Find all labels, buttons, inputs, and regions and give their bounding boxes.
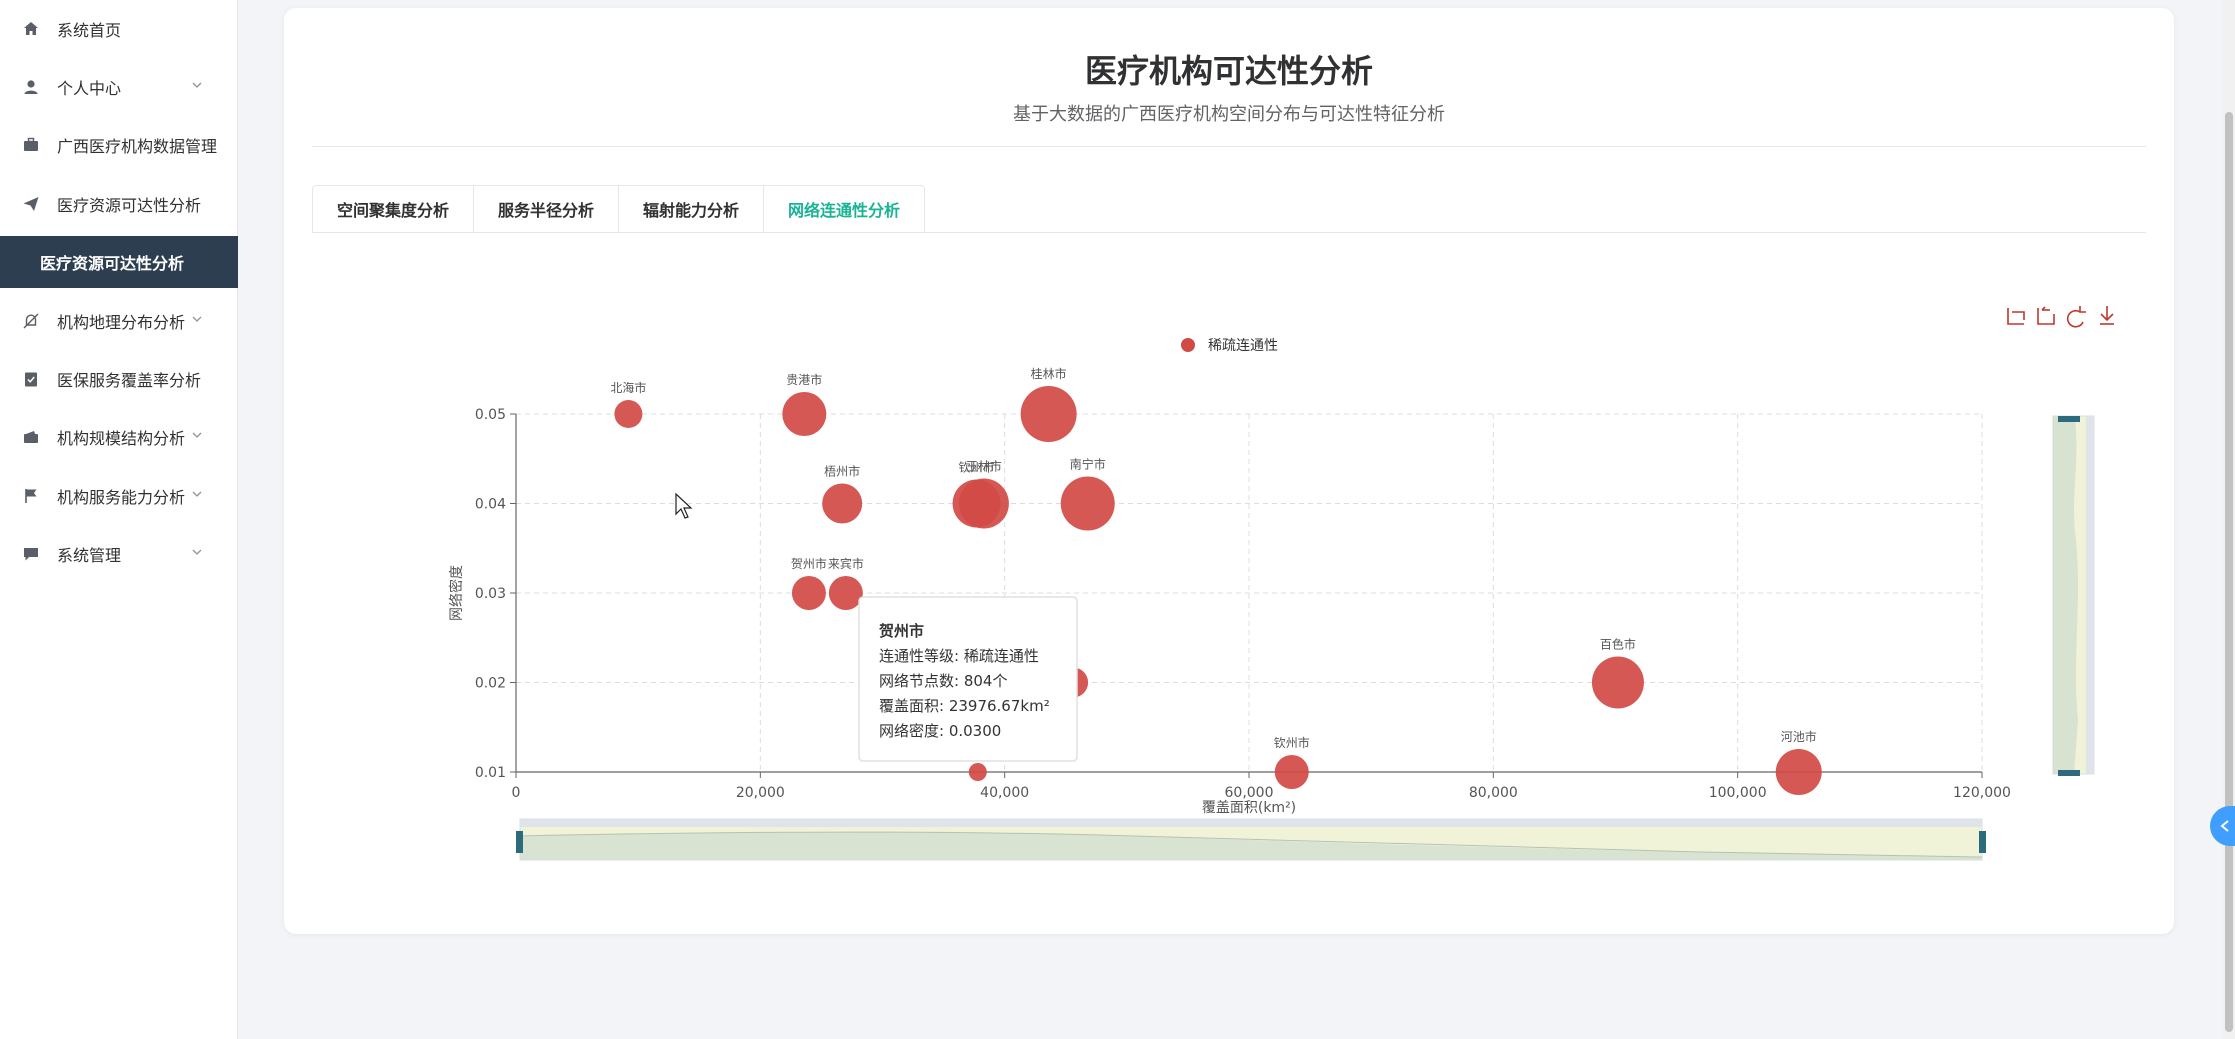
scatter-point	[1020, 386, 1077, 442]
tooltip-title: 贺州市	[878, 622, 924, 640]
point-label: 钦州市	[1274, 735, 1310, 750]
zoom-icon[interactable]	[2007, 308, 2025, 325]
x-tick-label: 120,000	[1953, 785, 2011, 801]
tooltip-line: 网络密度: 0.0300	[879, 722, 1001, 740]
y-tick-label: 0.01	[475, 765, 506, 781]
slider-handle-top[interactable]	[2058, 416, 2080, 422]
point-label: 南宁市	[1070, 457, 1106, 472]
legend-marker	[1181, 338, 1195, 352]
chart-toolbox	[2007, 306, 2114, 328]
restore-icon[interactable]	[2066, 306, 2086, 328]
y-axis-title: 网络密度	[448, 565, 465, 621]
download-icon[interactable]	[2100, 306, 2114, 325]
point-label: 梧州市	[824, 464, 860, 479]
x-tick-label: 60,000	[1225, 785, 1274, 801]
y-tick-label: 0.03	[475, 586, 506, 602]
chart-grid	[515, 413, 1983, 773]
mouse-cursor	[675, 492, 693, 519]
x-datazoom-slider[interactable]	[516, 818, 1986, 861]
scatter-point	[791, 576, 826, 610]
scatter-point	[1060, 476, 1115, 531]
slider-handle-right[interactable]	[1979, 831, 1986, 853]
y-tick-label: 0.02	[475, 676, 506, 692]
chart-legend[interactable]: 稀疏连通性	[1181, 338, 1278, 354]
point-label: 玉林市	[966, 459, 1002, 474]
x-tick-label: 0	[512, 785, 521, 801]
chart-axes: 0 20,000 40,000 60,000 80,000 100,000 120,000 0…	[448, 407, 2011, 816]
scatter-point	[782, 392, 827, 436]
point-label: 北海市	[610, 380, 646, 395]
scatter-point	[828, 576, 863, 610]
scatter-point	[1775, 749, 1822, 795]
chart-points: 北海市贵港市 桂林市梧州市 钦州市玉林市 南宁市贺州市 来宾市钦州市百色市河池市	[610, 366, 1822, 795]
slider-handle-left[interactable]	[516, 831, 523, 853]
scatter-point	[1274, 755, 1309, 789]
chart-tooltip: 贺州市 连通性等级: 稀疏连通性 网络节点数: 804个 覆盖面积: 23976…	[858, 596, 1078, 762]
page-scrollbar-thumb[interactable]	[2225, 112, 2233, 1032]
point-label: 来宾市	[828, 556, 864, 571]
scatter-point	[822, 483, 863, 524]
tooltip-line: 覆盖面积: 23976.67km²	[879, 697, 1050, 715]
tooltip-line: 网络节点数: 804个	[879, 672, 1007, 690]
tooltip-line: 连通性等级: 稀疏连通性	[879, 647, 1039, 665]
point-label: 桂林市	[1031, 366, 1067, 381]
x-tick-label: 40,000	[980, 785, 1029, 801]
point-label: 贺州市	[791, 556, 827, 571]
y-tick-label: 0.04	[475, 497, 506, 513]
x-tick-label: 20,000	[736, 785, 785, 801]
chevron-left-icon	[2220, 820, 2229, 832]
x-tick-label: 100,000	[1709, 785, 1767, 801]
point-label: 贵港市	[786, 372, 822, 387]
slider-handle-bottom[interactable]	[2058, 770, 2080, 776]
point-label: 百色市	[1600, 637, 1636, 652]
x-tick-label: 80,000	[1469, 785, 1518, 801]
scatter-chart: 0 20,000 40,000 60,000 80,000 100,000 120,000 0…	[448, 306, 2114, 861]
scatter-point	[1591, 656, 1644, 709]
x-axis-title: 覆盖面积(km²)	[1202, 800, 1296, 816]
legend-label: 稀疏连通性	[1208, 338, 1278, 354]
scatter-point	[958, 478, 1009, 529]
scatter-point	[614, 400, 643, 428]
y-tick-label: 0.05	[475, 407, 506, 423]
scatter-point	[968, 763, 987, 781]
y-datazoom-slider[interactable]	[2052, 415, 2095, 776]
point-label: 河池市	[1781, 729, 1817, 744]
zoom-reset-icon[interactable]	[2037, 306, 2055, 325]
